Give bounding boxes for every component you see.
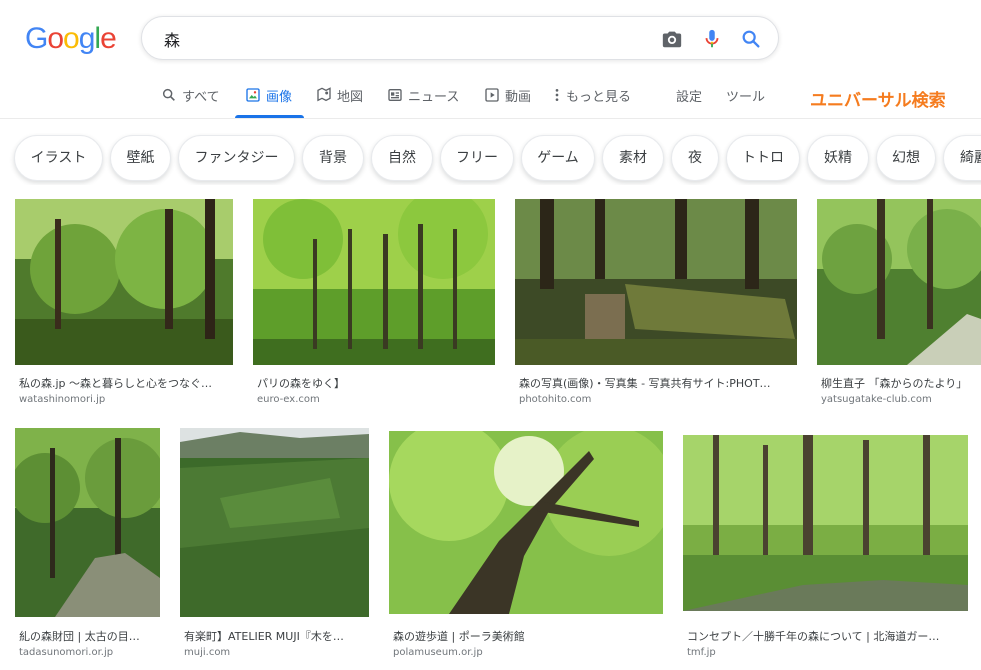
- logo-letter: o: [47, 22, 64, 55]
- logo-letter: g: [78, 22, 96, 55]
- logo-letter: o: [63, 22, 80, 55]
- logo-letter: G: [25, 22, 48, 55]
- result-source: tmf.jp: [687, 647, 716, 658]
- result-thumbnail[interactable]: [15, 428, 160, 617]
- result-card[interactable]: 私の森.jp 〜森と暮らしと心をつなぐ… watashinomori.jp: [15, 199, 233, 409]
- settings-label: 設定: [676, 90, 703, 105]
- search-box[interactable]: [141, 16, 779, 60]
- search-icon: [161, 87, 177, 103]
- result-thumbnail[interactable]: [15, 199, 233, 365]
- result-thumbnail[interactable]: [515, 199, 797, 365]
- news-icon: [387, 87, 403, 103]
- camera-icon[interactable]: [661, 28, 683, 50]
- tab-news[interactable]: ニュース: [387, 86, 459, 118]
- chip[interactable]: 素材: [602, 135, 664, 181]
- mic-icon[interactable]: [701, 28, 723, 50]
- tab-label: ニュース: [408, 90, 460, 105]
- tab-label: 動画: [505, 90, 532, 105]
- result-source: tadasunomori.or.jp: [19, 647, 114, 658]
- chip[interactable]: 妖精: [807, 135, 869, 181]
- chip[interactable]: 自然: [371, 135, 433, 181]
- tab-more[interactable]: もっと見る: [553, 86, 631, 118]
- header-divider: [0, 118, 981, 119]
- chip[interactable]: トトロ: [726, 135, 800, 181]
- result-source: yatsugatake-club.com: [821, 394, 932, 405]
- search-icon[interactable]: [740, 28, 762, 50]
- google-logo[interactable]: Google: [25, 22, 117, 56]
- chip[interactable]: 背景: [302, 135, 364, 181]
- result-title[interactable]: 森の遊歩道 | ポーラ美術館: [393, 628, 661, 644]
- tools-label: ツール: [726, 90, 766, 105]
- result-card[interactable]: 有楽町】ATELIER MUJI『木を… muji.com: [180, 428, 369, 658]
- result-thumbnail[interactable]: [389, 431, 663, 614]
- universal-search-label: ユニバーサル検索: [810, 91, 946, 111]
- chip[interactable]: イラスト: [14, 135, 103, 181]
- tab-images[interactable]: 画像: [245, 86, 292, 118]
- result-source: polamuseum.or.jp: [393, 647, 483, 658]
- search-input[interactable]: [162, 26, 646, 52]
- tab-videos[interactable]: 動画: [484, 86, 531, 118]
- result-title[interactable]: パリの森をゆく】: [257, 375, 493, 391]
- tab-label: もっと見る: [566, 90, 632, 105]
- result-thumbnail[interactable]: [683, 435, 968, 611]
- image-icon: [245, 87, 261, 103]
- chip[interactable]: ファンタジー: [178, 135, 295, 181]
- result-title[interactable]: 糺の森財団 | 太古の目…: [19, 628, 159, 644]
- tab-label: 地図: [337, 90, 364, 105]
- result-card[interactable]: 森の写真(画像)・写真集 - 写真共有サイト:PHOT… photohito.c…: [515, 199, 797, 409]
- result-source: watashinomori.jp: [19, 394, 106, 405]
- map-icon: [316, 87, 332, 103]
- result-card[interactable]: パリの森をゆく】 euro-ex.com: [253, 199, 495, 409]
- result-source: euro-ex.com: [257, 394, 320, 405]
- chip[interactable]: 綺麗: [943, 135, 981, 181]
- chip[interactable]: ゲーム: [521, 135, 595, 181]
- result-source: photohito.com: [519, 394, 592, 405]
- tools-link[interactable]: ツール: [726, 86, 765, 118]
- video-icon: [484, 87, 500, 103]
- more-icon: [553, 87, 561, 103]
- result-title[interactable]: 有楽町】ATELIER MUJI『木を…: [184, 628, 368, 644]
- result-title[interactable]: コンセプト／十勝千年の森について | 北海道ガー…: [687, 628, 967, 644]
- chip[interactable]: 壁紙: [110, 135, 171, 181]
- result-thumbnail[interactable]: [253, 199, 495, 365]
- refinement-chips: イラスト 壁紙 ファンタジー 背景 自然 フリー ゲーム 素材 夜 トトロ 妖精…: [0, 133, 981, 185]
- tab-all[interactable]: すべて: [161, 86, 220, 118]
- result-card[interactable]: コンセプト／十勝千年の森について | 北海道ガー… tmf.jp: [683, 435, 968, 658]
- logo-letter: e: [100, 22, 117, 55]
- chip[interactable]: 夜: [671, 135, 719, 181]
- tab-label: すべて: [182, 90, 220, 105]
- result-thumbnail[interactable]: [180, 428, 369, 617]
- result-thumbnail[interactable]: [817, 199, 981, 365]
- chip[interactable]: 幻想: [876, 135, 936, 181]
- result-title[interactable]: 私の森.jp 〜森と暮らしと心をつなぐ…: [19, 375, 231, 391]
- chip[interactable]: フリー: [440, 135, 514, 181]
- result-source: muji.com: [184, 647, 231, 658]
- settings-link[interactable]: 設定: [676, 86, 702, 118]
- tab-maps[interactable]: 地図: [316, 86, 363, 118]
- tab-label: 画像: [266, 90, 293, 105]
- result-card[interactable]: 森の遊歩道 | ポーラ美術館 polamuseum.or.jp: [389, 431, 663, 658]
- result-title[interactable]: 柳生直子 「森からのたより」: [821, 375, 981, 391]
- result-title[interactable]: 森の写真(画像)・写真集 - 写真共有サイト:PHOT…: [519, 375, 795, 391]
- result-card[interactable]: 糺の森財団 | 太古の目… tadasunomori.or.jp: [15, 428, 160, 658]
- result-card[interactable]: 柳生直子 「森からのたより」 yatsugatake-club.com: [817, 199, 981, 409]
